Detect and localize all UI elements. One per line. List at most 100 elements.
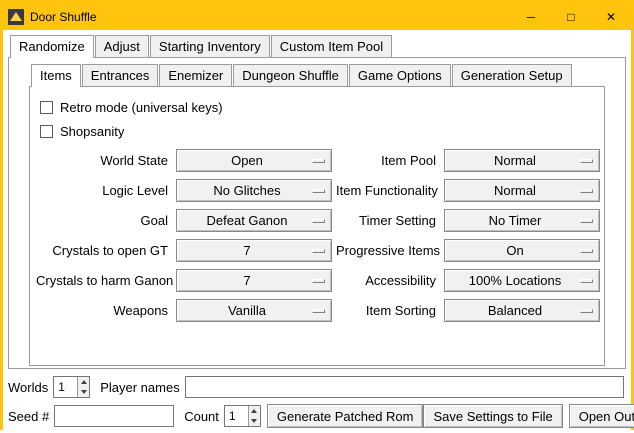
spin-up-button[interactable] <box>78 377 89 387</box>
generate-patched-rom-button[interactable]: Generate Patched Rom <box>267 404 424 428</box>
close-button[interactable]: ✕ <box>591 3 631 30</box>
dropdown-indicator-icon <box>580 249 593 253</box>
logic-level-dropdown[interactable]: No Glitches <box>176 179 332 202</box>
accessibility-value: 100% Locations <box>469 273 562 288</box>
spin-down-icon <box>81 390 87 394</box>
dropdown-indicator-icon <box>580 309 593 313</box>
window-controls: ─ □ ✕ <box>511 3 631 30</box>
player-names-input[interactable] <box>185 376 624 398</box>
tab-dungeon-shuffle[interactable]: Dungeon Shuffle <box>233 64 348 86</box>
seed-row: Seed # Count 1 Generate Patched Rom Save… <box>8 404 626 428</box>
weapons-value: Vanilla <box>228 303 266 318</box>
minimize-button[interactable]: ─ <box>511 3 551 30</box>
seed-input[interactable] <box>54 405 174 427</box>
count-spinner[interactable]: 1 <box>224 405 261 427</box>
dropdown-indicator-icon <box>312 189 325 193</box>
seed-label: Seed # <box>8 409 49 424</box>
goal-value: Defeat Ganon <box>207 213 288 228</box>
tab-starting-inventory[interactable]: Starting Inventory <box>150 35 270 57</box>
tab-enemizer[interactable]: Enemizer <box>159 64 232 86</box>
weapons-dropdown[interactable]: Vanilla <box>176 299 332 322</box>
close-icon: ✕ <box>606 10 616 24</box>
worlds-value: 1 <box>54 377 77 397</box>
primary-tab-bar: Randomize Adjust Starting Inventory Cust… <box>8 35 626 57</box>
count-label: Count <box>184 409 219 424</box>
retro-mode-label: Retro mode (universal keys) <box>60 100 223 115</box>
timer-setting-label: Timer Setting <box>336 213 440 228</box>
shopsanity-label: Shopsanity <box>60 124 124 139</box>
dropdown-indicator-icon <box>580 159 593 163</box>
dropdown-indicator-icon <box>312 309 325 313</box>
player-names-label: Player names <box>100 380 179 395</box>
worlds-spinner[interactable]: 1 <box>53 376 90 398</box>
item-functionality-value: Normal <box>494 183 536 198</box>
item-sorting-value: Balanced <box>488 303 542 318</box>
spin-down-button[interactable] <box>249 416 260 426</box>
maximize-icon: □ <box>567 10 574 24</box>
world-state-dropdown[interactable]: Open <box>176 149 332 172</box>
logic-level-label: Logic Level <box>36 183 172 198</box>
open-output-directory-button[interactable]: Open Output Directory <box>569 404 634 428</box>
weapons-label: Weapons <box>36 303 172 318</box>
dropdown-indicator-icon <box>580 219 593 223</box>
progressive-items-dropdown[interactable]: On <box>444 239 600 262</box>
world-state-value: Open <box>231 153 263 168</box>
spin-down-icon <box>251 419 257 423</box>
item-pool-label: Item Pool <box>336 153 440 168</box>
spin-up-icon <box>81 380 87 384</box>
titlebar[interactable]: Door Shuffle ─ □ ✕ <box>3 3 631 30</box>
tab-custom-item-pool[interactable]: Custom Item Pool <box>271 35 392 57</box>
item-functionality-dropdown[interactable]: Normal <box>444 179 600 202</box>
item-pool-value: Normal <box>494 153 536 168</box>
item-sorting-dropdown[interactable]: Balanced <box>444 299 600 322</box>
crystals-ganon-dropdown[interactable]: 7 <box>176 269 332 292</box>
dropdown-indicator-icon <box>312 159 325 163</box>
goal-label: Goal <box>36 213 172 228</box>
client-area: Randomize Adjust Starting Inventory Cust… <box>3 30 631 433</box>
save-settings-button[interactable]: Save Settings to File <box>423 404 562 428</box>
shopsanity-row[interactable]: Shopsanity <box>40 119 598 143</box>
dropdown-indicator-icon <box>580 189 593 193</box>
crystals-ganon-label: Crystals to harm Ganon <box>36 273 172 288</box>
spin-up-icon <box>251 409 257 413</box>
app-icon <box>8 9 24 25</box>
dropdown-indicator-icon <box>312 219 325 223</box>
crystals-gt-value: 7 <box>243 243 250 258</box>
tab-entrances[interactable]: Entrances <box>82 64 159 86</box>
crystals-ganon-value: 7 <box>243 273 250 288</box>
worlds-label: Worlds <box>8 380 48 395</box>
tab-items[interactable]: Items <box>31 64 81 87</box>
item-pool-dropdown[interactable]: Normal <box>444 149 600 172</box>
count-value: 1 <box>225 406 248 426</box>
item-functionality-label: Item Functionality <box>336 183 440 198</box>
dropdown-indicator-icon <box>312 249 325 253</box>
spin-up-button[interactable] <box>249 406 260 416</box>
tab-game-options[interactable]: Game Options <box>349 64 451 86</box>
crystals-gt-dropdown[interactable]: 7 <box>176 239 332 262</box>
dropdown-indicator-icon <box>580 279 593 283</box>
minimize-icon: ─ <box>527 10 536 24</box>
accessibility-label: Accessibility <box>336 273 440 288</box>
retro-mode-row[interactable]: Retro mode (universal keys) <box>40 95 598 119</box>
item-sorting-label: Item Sorting <box>336 303 440 318</box>
footer: Worlds 1 Player names Seed # Count 1 <box>3 375 631 433</box>
world-state-label: World State <box>36 153 172 168</box>
randomize-panel: Items Entrances Enemizer Dungeon Shuffle… <box>8 57 626 369</box>
tab-randomize[interactable]: Randomize <box>10 35 94 58</box>
shopsanity-checkbox[interactable] <box>40 125 53 138</box>
maximize-button[interactable]: □ <box>551 3 591 30</box>
tab-generation-setup[interactable]: Generation Setup <box>452 64 572 86</box>
spin-down-button[interactable] <box>78 387 89 397</box>
primary-notebook: Randomize Adjust Starting Inventory Cust… <box>8 35 626 369</box>
progressive-items-value: On <box>506 243 523 258</box>
window-title: Door Shuffle <box>30 10 97 24</box>
logic-level-value: No Glitches <box>213 183 280 198</box>
tab-adjust[interactable]: Adjust <box>95 35 149 57</box>
goal-dropdown[interactable]: Defeat Ganon <box>176 209 332 232</box>
options-grid: World State Open Item Pool Normal Logic … <box>36 149 598 322</box>
items-panel: Retro mode (universal keys) Shopsanity W… <box>29 86 605 366</box>
accessibility-dropdown[interactable]: 100% Locations <box>444 269 600 292</box>
timer-setting-dropdown[interactable]: No Timer <box>444 209 600 232</box>
retro-mode-checkbox[interactable] <box>40 101 53 114</box>
dropdown-indicator-icon <box>312 279 325 283</box>
